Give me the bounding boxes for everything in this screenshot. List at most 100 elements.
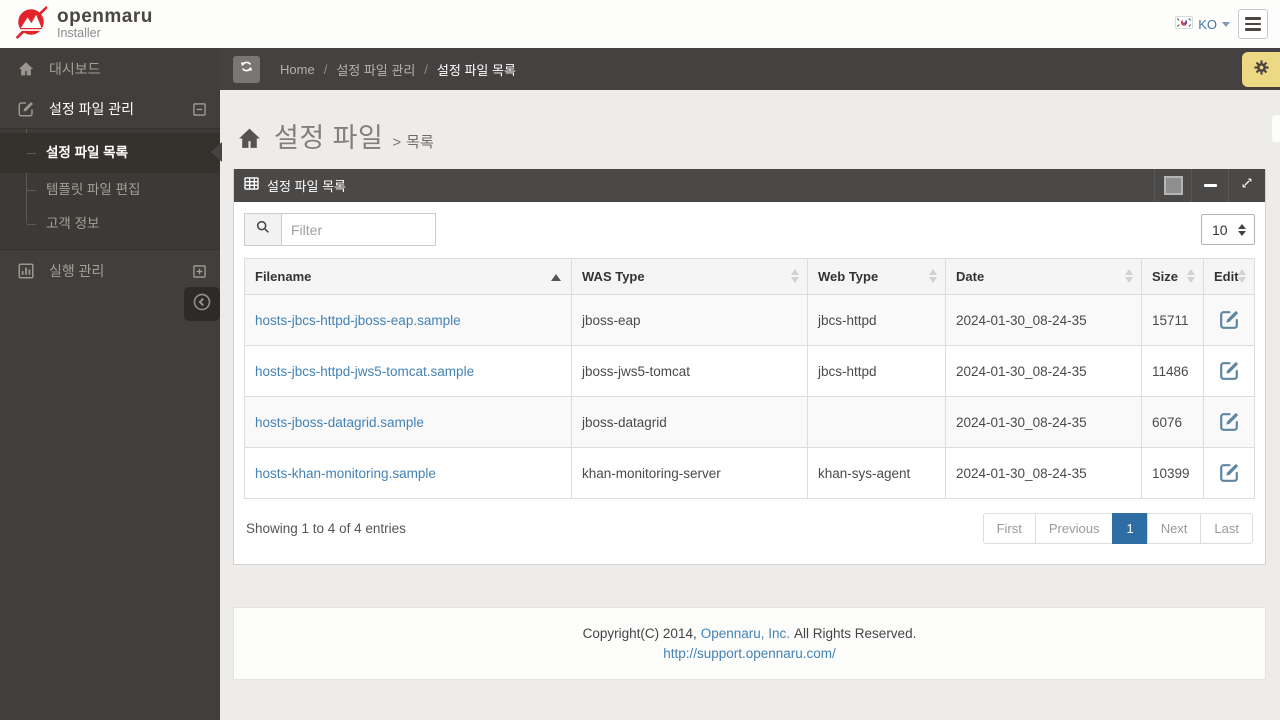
sidebar-item-config-management[interactable]: 설정 파일 관리 xyxy=(0,90,220,128)
copyright-line: Copyright(C) 2014, Opennaru, Inc. All Righ… xyxy=(244,624,1255,644)
was-type-cell: jboss-eap xyxy=(571,294,808,346)
search-icon-box xyxy=(244,213,281,246)
config-file-list-panel: 설정 파일 목록 Filter 10 Filename WAS Type Web… xyxy=(233,169,1266,565)
column-header-size[interactable]: Size xyxy=(1141,258,1204,295)
minus-icon xyxy=(1203,184,1217,187)
pagination-previous-button[interactable]: Previous xyxy=(1034,513,1114,544)
spinner-icon xyxy=(1238,223,1246,236)
chevron-down-icon xyxy=(1222,21,1230,27)
panel-collapse-button[interactable] xyxy=(1191,169,1228,202)
edit-icon xyxy=(1220,464,1238,482)
column-header-web-type[interactable]: Web Type xyxy=(807,258,946,295)
config-management-submenu: 설정 파일 목록 템플릿 파일 편집 고객 정보 xyxy=(0,128,220,250)
breadcrumb-home-link[interactable]: Home xyxy=(280,62,315,77)
filter-group xyxy=(244,213,436,246)
bar-chart-icon xyxy=(16,262,36,280)
copyright-suffix: All Rights Reserved. xyxy=(794,626,917,641)
square-icon xyxy=(1163,176,1183,195)
edit-button[interactable] xyxy=(1214,462,1240,484)
sidebar-item-execution-management[interactable]: 실행 관리 xyxy=(0,250,220,292)
column-header-filename[interactable]: Filename xyxy=(244,258,572,295)
brand-title: openmaru xyxy=(57,6,153,28)
sidebar-item-template-edit[interactable]: 템플릿 파일 편집 xyxy=(0,173,220,207)
filename-link[interactable]: hosts-jboss-datagrid.sample xyxy=(255,415,424,430)
settings-tab-button[interactable] xyxy=(1242,52,1280,87)
refresh-icon xyxy=(239,59,254,79)
was-type-cell: jboss-datagrid xyxy=(571,396,808,448)
pagination-last-button[interactable]: Last xyxy=(1200,513,1253,544)
sidebar-item-dashboard[interactable]: 대시보드 xyxy=(0,48,220,90)
size-cell: 10399 xyxy=(1141,447,1204,499)
column-header-date[interactable]: Date xyxy=(945,258,1142,295)
search-icon xyxy=(255,219,271,240)
brand-logo[interactable]: openmaru Installer xyxy=(14,5,153,44)
pagination-page-1-button[interactable]: 1 xyxy=(1112,513,1148,544)
home-icon xyxy=(16,60,36,78)
gear-icon xyxy=(1253,59,1270,81)
edit-icon xyxy=(1220,311,1238,329)
widget-toggle-button[interactable] xyxy=(1154,169,1191,202)
sort-icon xyxy=(791,268,799,283)
panel-fullscreen-button[interactable] xyxy=(1228,169,1265,202)
breadcrumb-bar: Home / 설정 파일 관리 / 설정 파일 목록 xyxy=(220,48,1280,90)
breadcrumb-separator: / xyxy=(424,61,428,77)
web-type-cell: jbcs-httpd xyxy=(807,345,946,397)
hamburger-icon xyxy=(1245,17,1261,20)
support-link[interactable]: http://support.opennaru.com/ xyxy=(663,646,836,661)
edit-icon xyxy=(1220,413,1238,431)
sidebar-item-label: 실행 관리 xyxy=(49,263,105,279)
sort-icon xyxy=(1238,268,1246,283)
web-type-cell: jbcs-httpd xyxy=(807,294,946,346)
refresh-button[interactable] xyxy=(233,55,260,83)
openmaru-logo-icon xyxy=(14,5,48,44)
sidebar-collapse-button[interactable] xyxy=(184,287,220,321)
language-label: KO xyxy=(1198,16,1217,32)
edge-strip xyxy=(1272,115,1280,142)
active-item-pointer xyxy=(211,142,222,162)
table-icon xyxy=(244,176,259,195)
column-header-was-type[interactable]: WAS Type xyxy=(571,258,808,295)
panel-header: 설정 파일 목록 xyxy=(234,169,1265,202)
size-cell: 11486 xyxy=(1141,345,1204,397)
size-cell: 15711 xyxy=(1141,294,1204,346)
was-type-cell: khan-monitoring-server xyxy=(571,447,808,499)
edit-button[interactable] xyxy=(1214,360,1240,382)
breadcrumb-section-link[interactable]: 설정 파일 관리 xyxy=(336,60,415,79)
edit-button[interactable] xyxy=(1214,411,1240,433)
company-link[interactable]: Opennaru, Inc. xyxy=(701,626,790,641)
column-header-edit[interactable]: Edit xyxy=(1203,258,1255,295)
web-type-cell xyxy=(807,396,946,448)
page-size-select[interactable]: 10 xyxy=(1201,214,1255,245)
menu-toggle-button[interactable] xyxy=(1238,9,1268,39)
sort-asc-icon xyxy=(551,273,561,281)
page-size-value: 10 xyxy=(1212,221,1228,238)
date-cell: 2024-01-30_08-24-35 xyxy=(945,294,1142,346)
edit-button[interactable] xyxy=(1214,309,1240,331)
breadcrumb-current: 설정 파일 목록 xyxy=(436,62,516,78)
language-selector[interactable]: KO xyxy=(1175,16,1230,32)
page-title: 설정 파일 xyxy=(274,123,384,153)
sidebar-item-label: 설정 파일 관리 xyxy=(49,101,135,117)
edit-icon xyxy=(1220,362,1238,380)
config-file-table: Filename WAS Type Web Type Date Size Edi… xyxy=(244,258,1255,499)
korea-flag-icon xyxy=(1175,16,1194,32)
sidebar-item-customer-info[interactable]: 고객 정보 xyxy=(0,207,220,241)
panel-title: 설정 파일 목록 xyxy=(267,179,346,194)
table-row: hosts-khan-monitoring.sample khan-monito… xyxy=(244,447,1255,499)
filename-link[interactable]: hosts-jbcs-httpd-jboss-eap.sample xyxy=(255,313,461,328)
sidebar-item-config-list[interactable]: 설정 파일 목록 xyxy=(0,133,220,173)
page-footer: Copyright(C) 2014, Opennaru, Inc. All Righ… xyxy=(233,607,1266,681)
top-header: openmaru Installer KO xyxy=(0,0,1280,48)
filename-link[interactable]: hosts-jbcs-httpd-jws5-tomcat.sample xyxy=(255,364,474,379)
pagination-first-button[interactable]: First xyxy=(982,513,1036,544)
sidebar-item-label: 대시보드 xyxy=(49,61,101,77)
table-header-row: Filename WAS Type Web Type Date Size Edi… xyxy=(244,258,1255,295)
was-type-cell: jboss-jws5-tomcat xyxy=(571,345,808,397)
pagination-next-button[interactable]: Next xyxy=(1146,513,1202,544)
sidebar: 대시보드 설정 파일 관리 설정 파일 목록 템플릿 파일 편집 고객 정보 실… xyxy=(0,48,220,720)
filter-input[interactable] xyxy=(281,213,436,246)
minus-square-icon xyxy=(193,102,206,116)
plus-square-icon xyxy=(193,264,206,278)
filename-link[interactable]: hosts-khan-monitoring.sample xyxy=(255,466,436,481)
edit-icon xyxy=(16,100,36,118)
